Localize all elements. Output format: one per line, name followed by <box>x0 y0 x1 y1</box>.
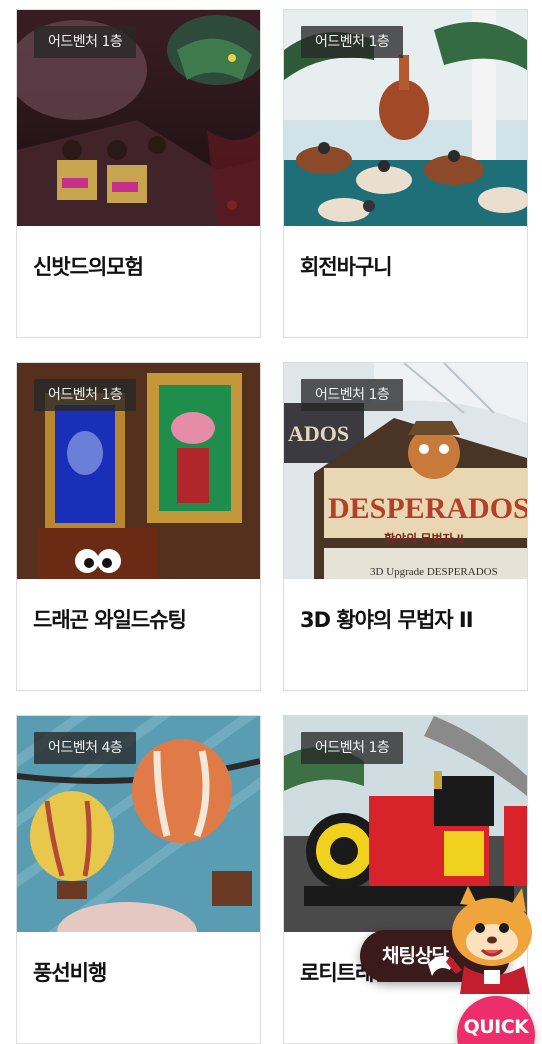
sign-text: 황야의 무법자 II <box>384 531 464 546</box>
attraction-card[interactable]: 어드벤처 1층 회전바구니 <box>283 9 528 338</box>
attraction-photo[interactable]: 어드벤처 4층 <box>17 716 260 932</box>
sign-text: DESPERADOS <box>328 492 527 525</box>
attraction-card[interactable]: 어드벤처 1층 신밧드의모험 <box>16 9 261 338</box>
attraction-title[interactable]: 3D 황야의 무법자 II <box>300 604 474 634</box>
attraction-photo[interactable]: 어드벤처 1층 <box>284 10 527 226</box>
attraction-title[interactable]: 신밧드의모험 <box>33 251 144 281</box>
floor-badge: 어드벤처 1층 <box>34 26 137 58</box>
sign-text: 3D Upgrade DESPERADOS <box>370 566 498 578</box>
attraction-card[interactable]: 어드벤처 1층 로티트레인 <box>283 715 528 1044</box>
attraction-title[interactable]: 회전바구니 <box>300 251 393 281</box>
attraction-photo[interactable]: ADOS DESPERADOS 황야의 무법자 II 3D Upgrade DE… <box>284 363 527 579</box>
mascot-icon <box>428 886 532 994</box>
attraction-card[interactable]: 어드벤처 1층 드래곤 와일드슈팅 <box>16 362 261 691</box>
attraction-title[interactable]: 드래곤 와일드슈팅 <box>33 604 187 634</box>
floor-badge: 어드벤처 1층 <box>301 732 404 764</box>
attraction-card[interactable]: 어드벤처 4층 풍선비행 <box>16 715 261 1044</box>
attraction-card[interactable]: ADOS DESPERADOS 황야의 무법자 II 3D Upgrade DE… <box>283 362 528 691</box>
attraction-title[interactable]: 풍선비행 <box>33 957 107 987</box>
attraction-photo[interactable]: 어드벤처 1층 <box>17 10 260 226</box>
floor-badge: 어드벤처 1층 <box>301 379 404 411</box>
floor-badge: 어드벤처 1층 <box>301 26 404 58</box>
sign-text: ADOS <box>288 421 349 446</box>
floor-badge: 어드벤처 1층 <box>34 379 137 411</box>
floor-badge: 어드벤처 4층 <box>34 732 137 764</box>
attraction-photo[interactable]: 어드벤처 1층 <box>17 363 260 579</box>
